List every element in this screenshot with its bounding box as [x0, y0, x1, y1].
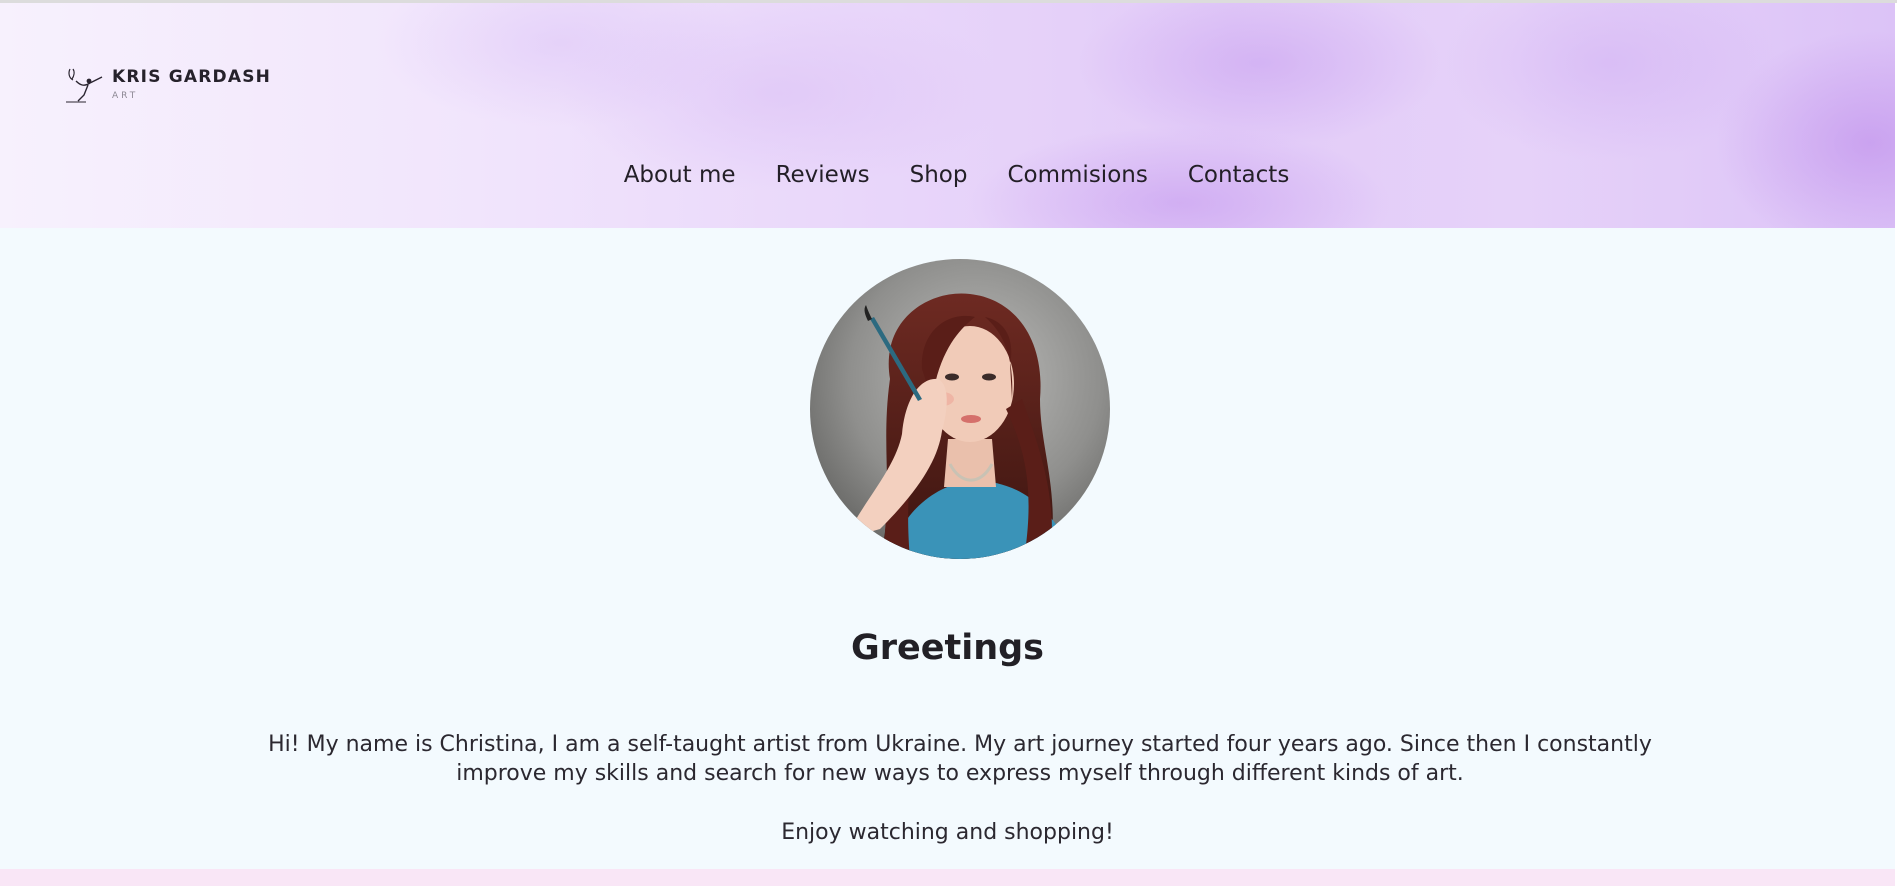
- nav-link-commisions[interactable]: Commisions: [1007, 161, 1147, 189]
- intro-paragraph: Hi! My name is Christina, I am a self-ta…: [268, 732, 1652, 786]
- artist-avatar: [810, 259, 1110, 559]
- nav-link-reviews[interactable]: Reviews: [776, 161, 870, 189]
- nav-link-about-me[interactable]: About me: [624, 161, 736, 189]
- site-logo[interactable]: KRIS GARDASH ART: [64, 65, 271, 107]
- site-header: KRIS GARDASH ART About me Reviews Shop C…: [0, 3, 1895, 228]
- page-title: Greetings: [851, 628, 1044, 669]
- nav-link-shop[interactable]: Shop: [910, 161, 968, 189]
- dancer-logo-icon: [66, 68, 103, 103]
- logo-subtitle: ART: [112, 91, 139, 101]
- main-nav: About me Reviews Shop Commisions Contact…: [0, 161, 1895, 189]
- nav-link-contacts[interactable]: Contacts: [1188, 161, 1289, 189]
- artist-portrait-image: [810, 259, 1110, 559]
- page: KRIS GARDASH ART About me Reviews Shop C…: [0, 0, 1897, 886]
- logo-name: KRIS GARDASH: [112, 67, 272, 87]
- closing-text: Enjoy watching and shopping!: [781, 820, 1114, 845]
- footer-band: [0, 869, 1895, 886]
